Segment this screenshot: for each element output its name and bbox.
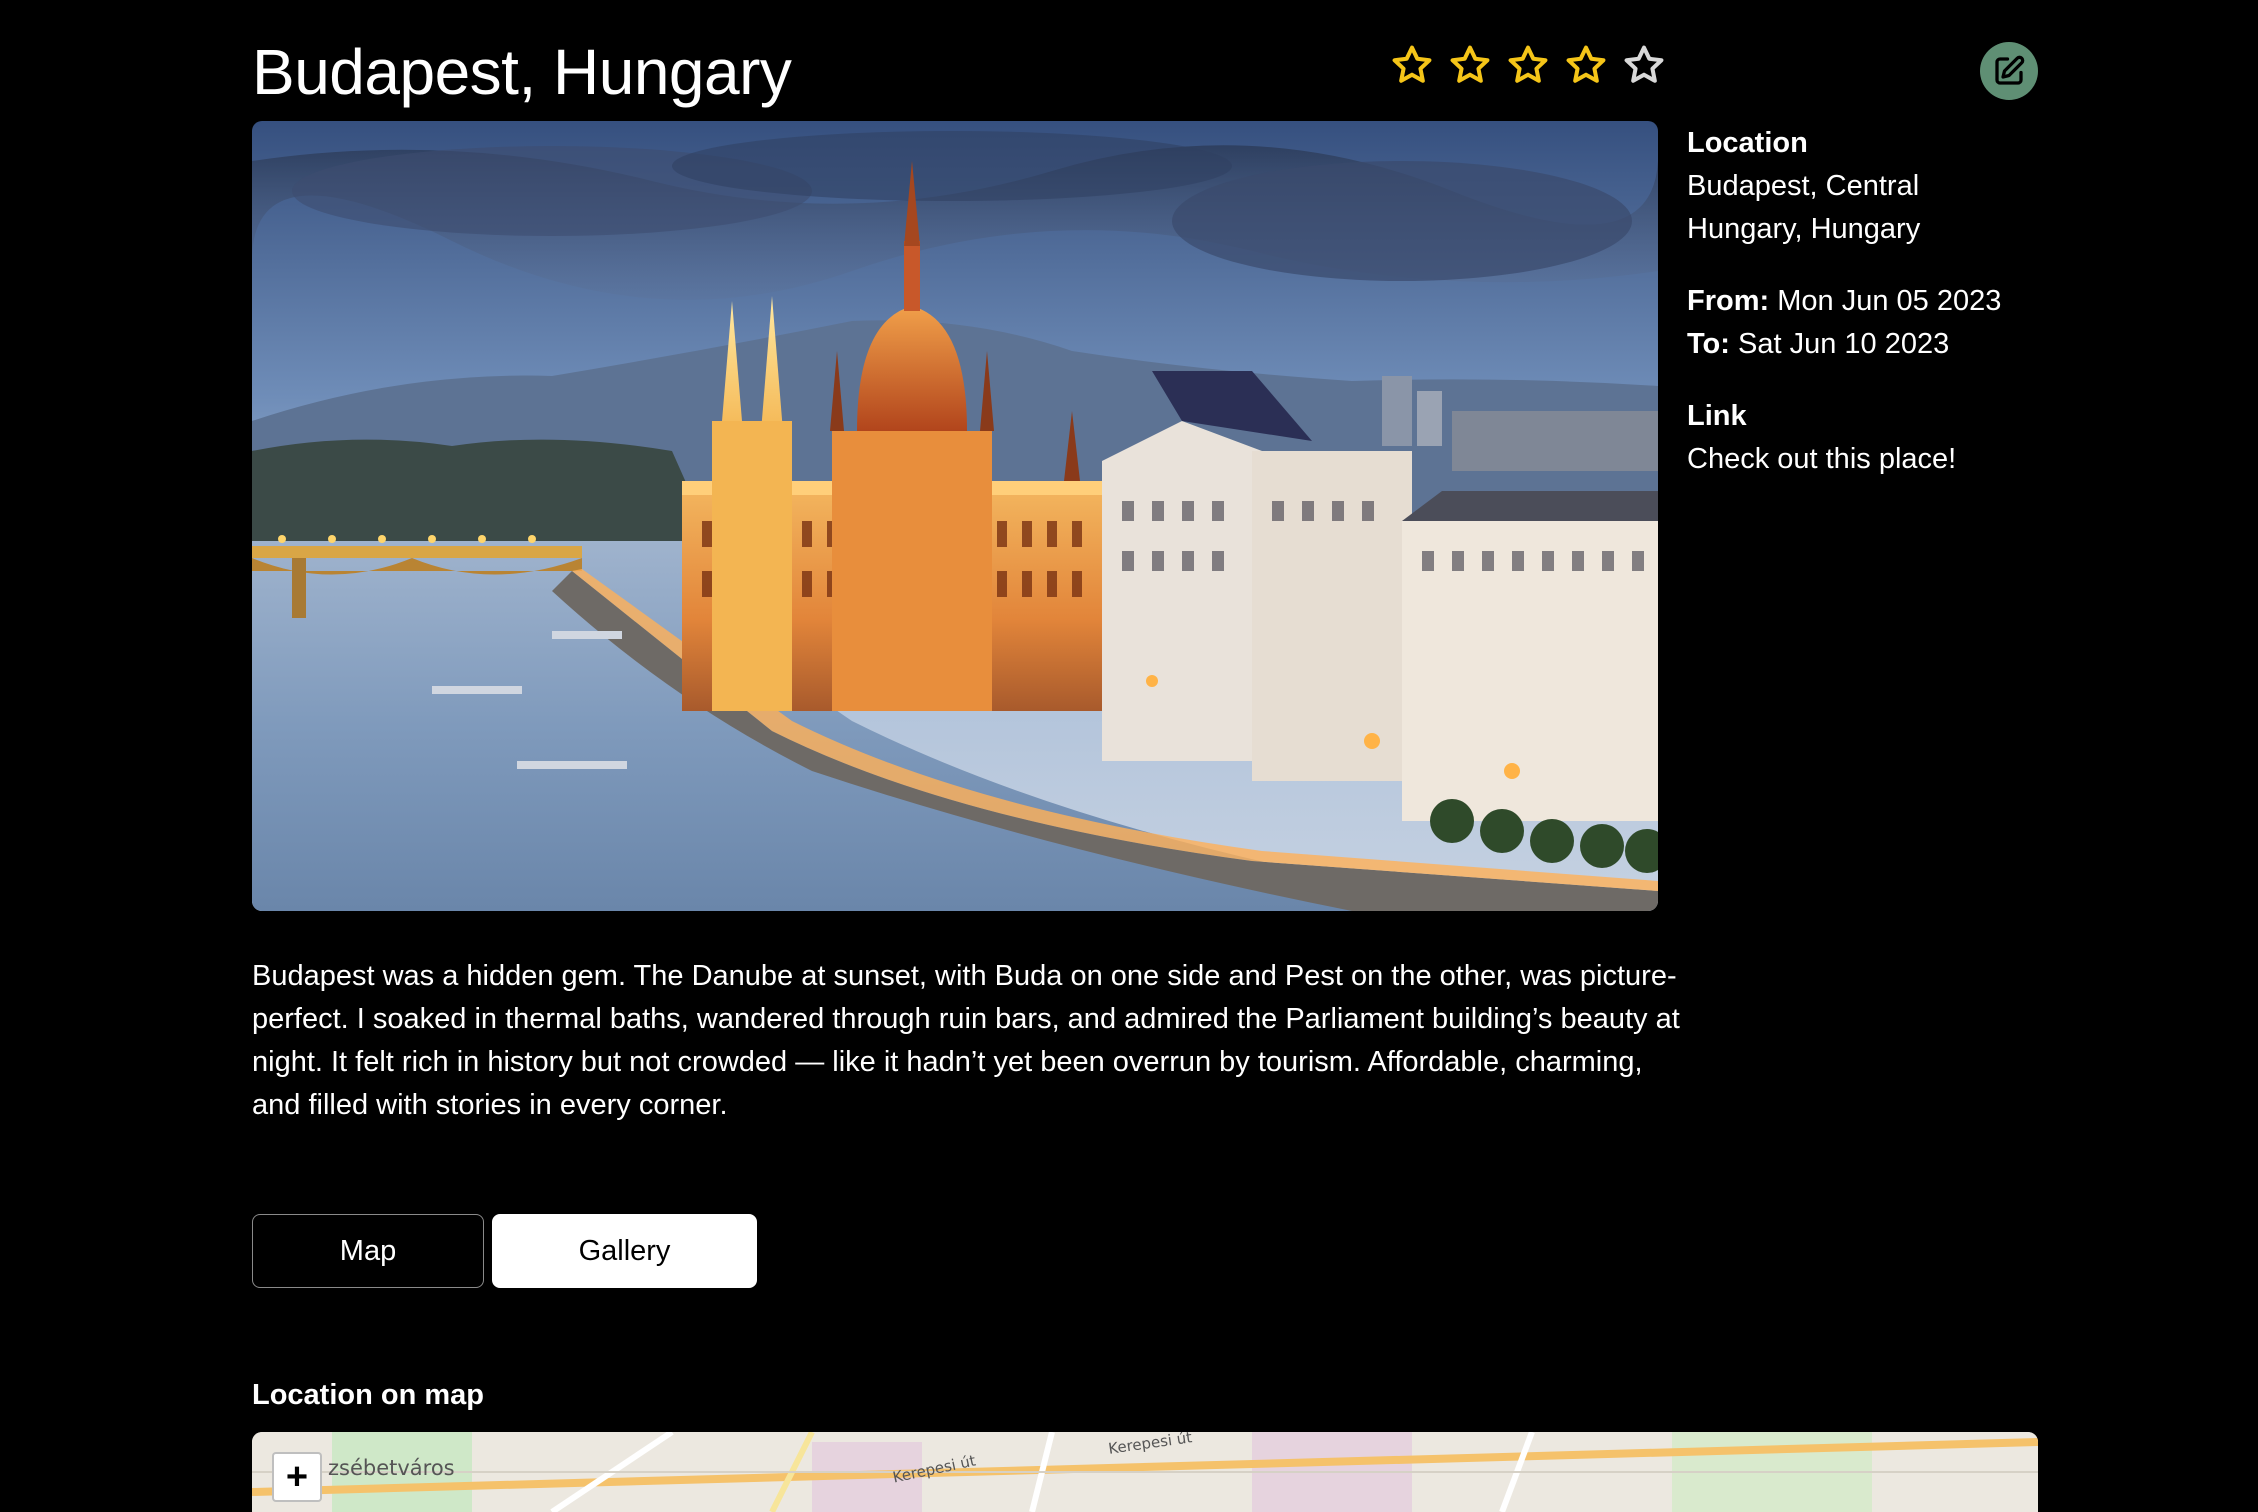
location-value: Budapest, Central Hungary, Hungary xyxy=(1687,170,1921,245)
location-label: Location xyxy=(1687,127,1808,159)
star-rating[interactable] xyxy=(1390,43,1666,87)
from-value: Mon Jun 05 2023 xyxy=(1777,285,2002,317)
trip-detail-page: Budapest, Hungary Location Budapest, Cen… xyxy=(0,0,2258,1512)
trip-details: Location Budapest, Central Hungary, Hung… xyxy=(1687,122,2027,510)
edit-button[interactable] xyxy=(1980,42,2038,100)
star-icon[interactable] xyxy=(1390,43,1434,87)
page-title: Budapest, Hungary xyxy=(252,36,792,108)
external-link[interactable]: Check out this place! xyxy=(1687,443,1956,475)
link-label: Link xyxy=(1687,400,1747,432)
trip-description: Budapest was a hidden gem. The Danube at… xyxy=(252,960,1680,1121)
edit-square-pen-icon xyxy=(1995,55,2025,85)
star-icon[interactable] xyxy=(1564,43,1608,87)
star-icon[interactable] xyxy=(1506,43,1550,87)
star-icon[interactable] xyxy=(1448,43,1492,87)
location-map[interactable]: + zsébetváros Kerepesi út Kerepesi út xyxy=(252,1432,2038,1512)
to-value: Sat Jun 10 2023 xyxy=(1738,328,1950,360)
tab-map[interactable]: Map xyxy=(252,1214,484,1288)
tab-gallery[interactable]: Gallery xyxy=(492,1214,757,1288)
location-block: Location Budapest, Central Hungary, Hung… xyxy=(1687,122,2027,251)
star-icon[interactable] xyxy=(1622,43,1666,87)
link-block: Link Check out this place! xyxy=(1687,395,2027,481)
to-label: To: xyxy=(1687,328,1730,360)
to-date: To: Sat Jun 10 2023 xyxy=(1687,323,2027,366)
zoom-in-button[interactable]: + xyxy=(272,1452,322,1502)
map-district-label: zsébetváros xyxy=(328,1456,455,1480)
view-tabs: Map Gallery xyxy=(252,1214,757,1288)
map-section-heading: Location on map xyxy=(252,1379,484,1411)
from-label: From: xyxy=(1687,285,1770,317)
from-date: From: Mon Jun 05 2023 xyxy=(1687,280,2027,323)
trip-hero-image xyxy=(252,121,1658,911)
dates-block: From: Mon Jun 05 2023 To: Sat Jun 10 202… xyxy=(1687,280,2027,366)
